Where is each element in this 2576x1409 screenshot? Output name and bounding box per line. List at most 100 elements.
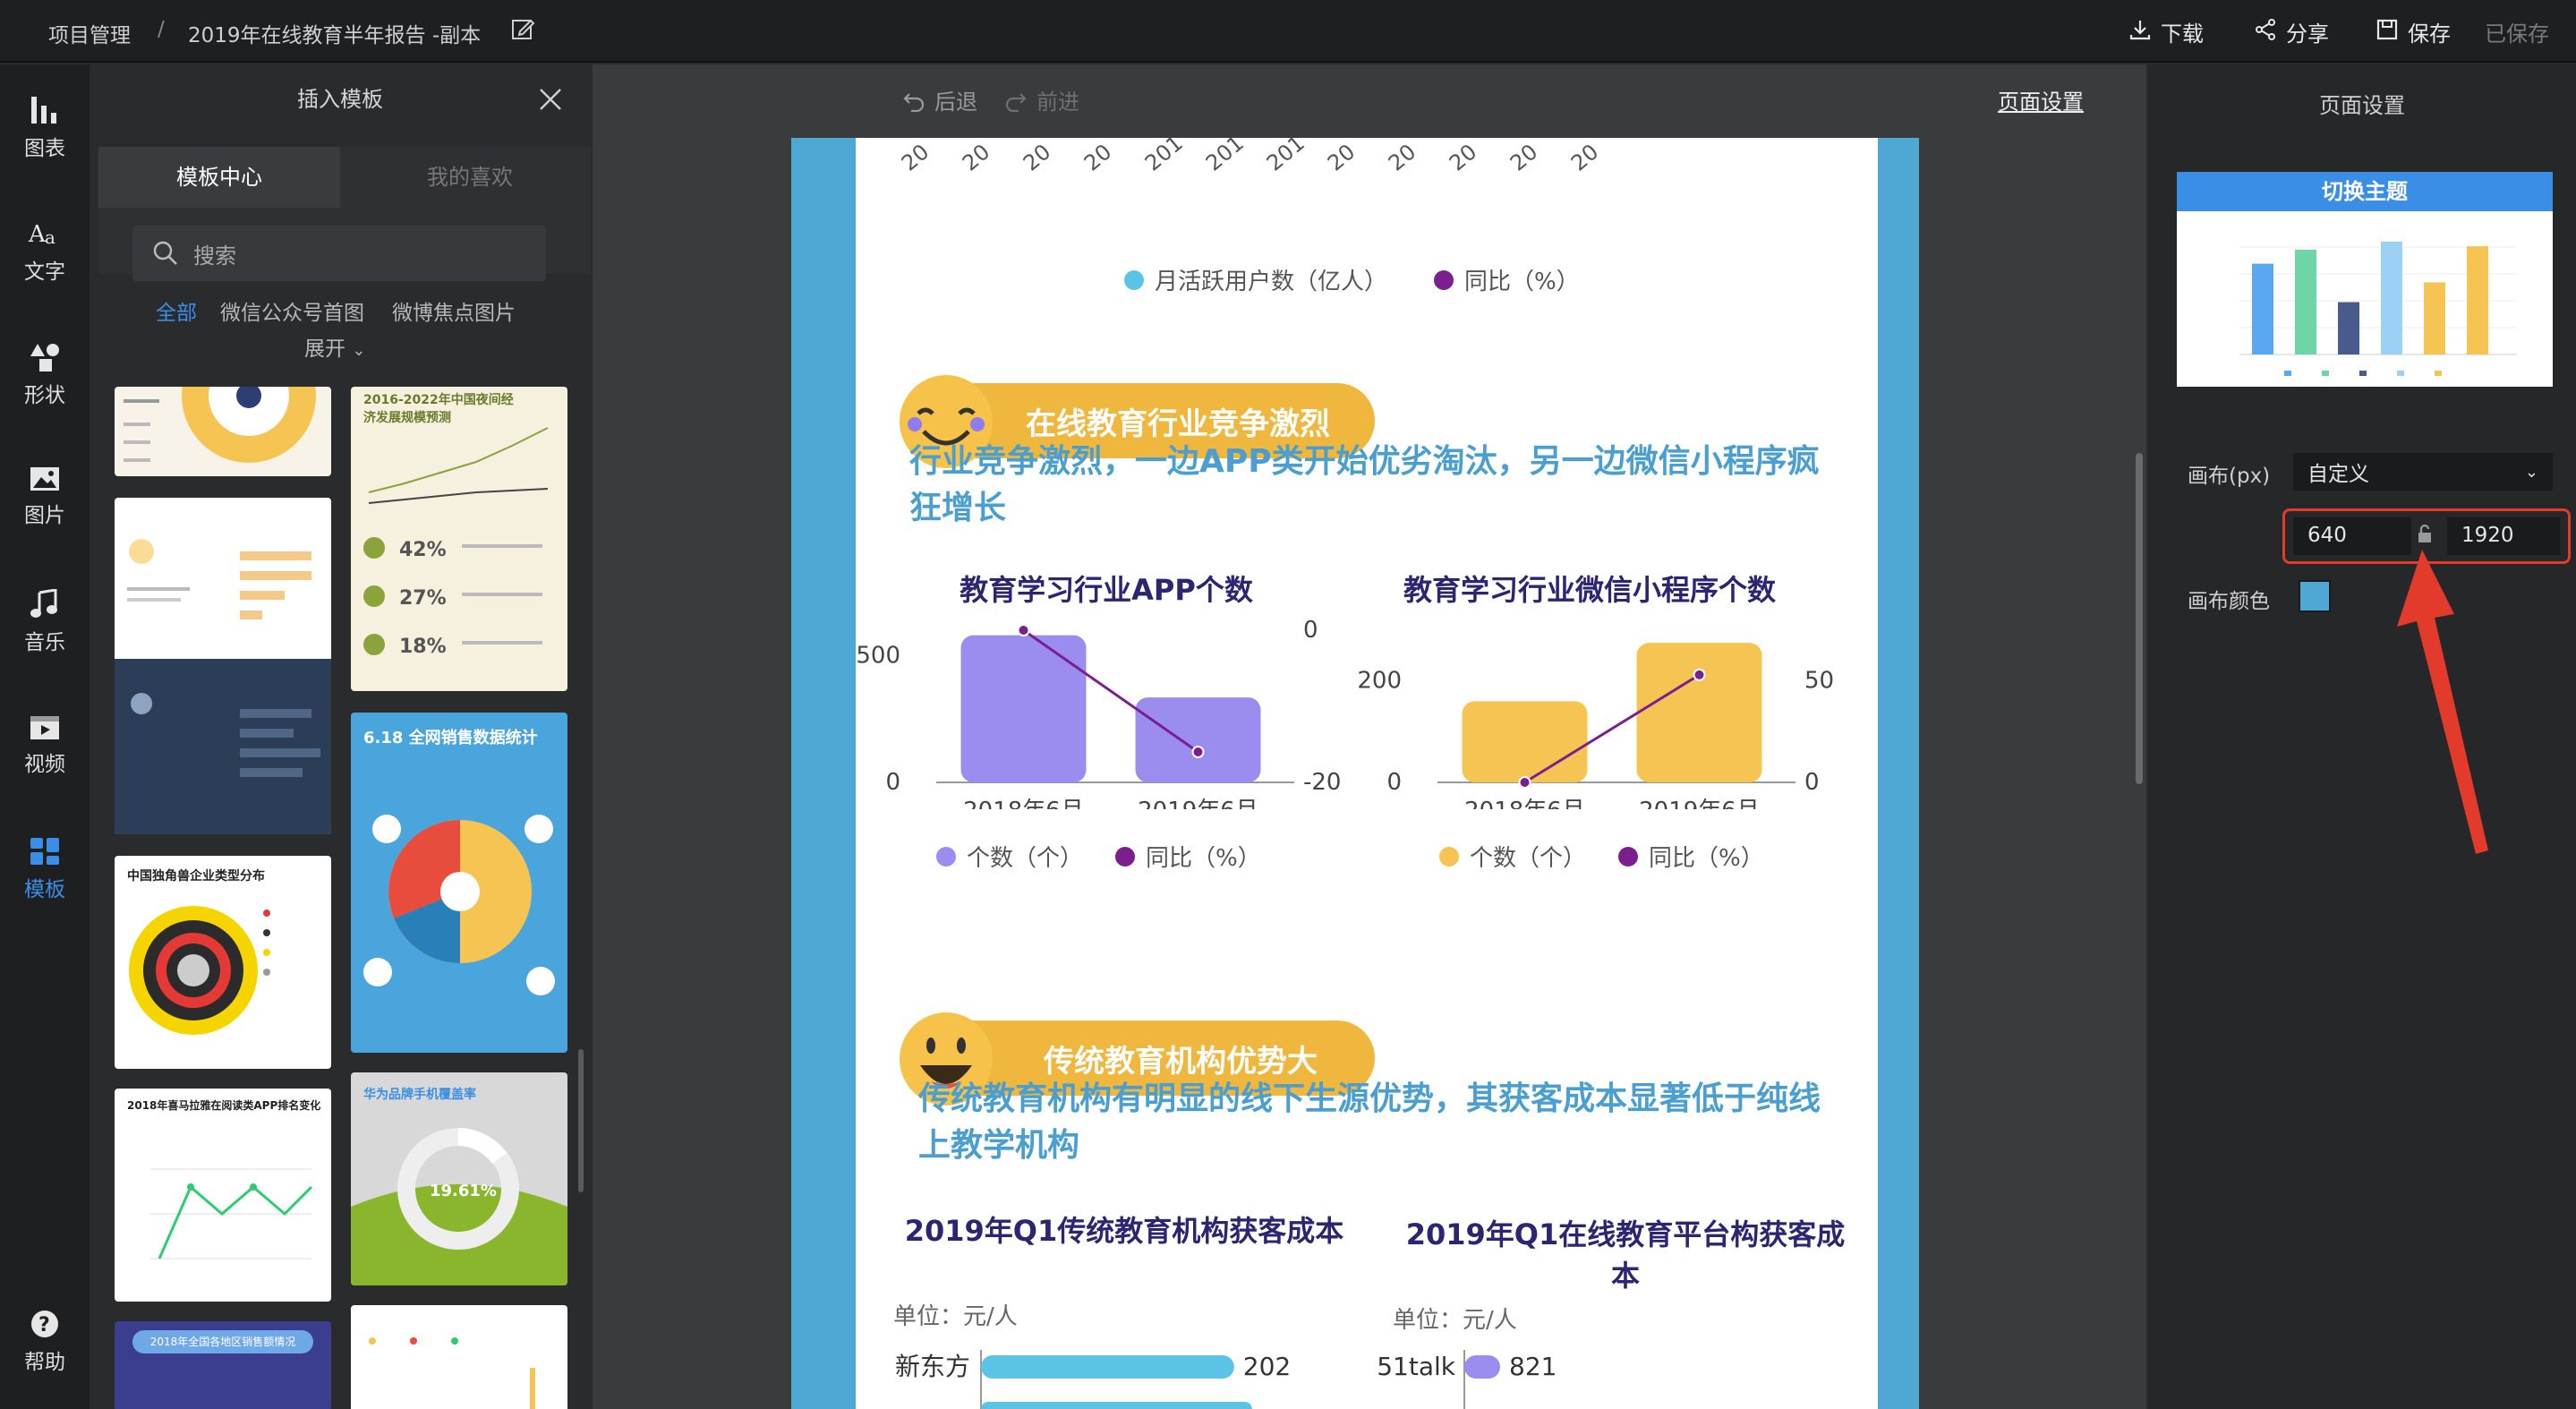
template-thumb[interactable] <box>115 387 331 476</box>
breadcrumb-separator: / <box>158 18 165 41</box>
chart-legend: 个数（个） 同比（%） <box>936 840 1261 873</box>
rail-label: 图表 <box>24 137 65 160</box>
line-point <box>1017 624 1030 636</box>
theme-preview-card[interactable]: 切换主题 <box>2177 172 2553 387</box>
panel-title: 插入模板 <box>297 87 383 112</box>
download-button[interactable]: 下载 <box>2128 16 2204 47</box>
edit-title-icon[interactable] <box>510 16 535 47</box>
bar <box>2295 250 2316 354</box>
share-icon <box>2254 18 2277 47</box>
bar <box>1462 701 1588 782</box>
chart-title: 2019年Q1传统教育机构获客成本 <box>904 1214 1344 1248</box>
canvas-color-swatch[interactable] <box>2299 580 2331 612</box>
canvas-width-input[interactable]: 640 <box>2293 517 2411 555</box>
svg-text:201: 201 <box>1201 138 1249 174</box>
filter-weibo[interactable]: 微博焦点图片 <box>392 295 516 326</box>
canvas-size-select[interactable]: 自定义 ⌄ <box>2293 453 2553 491</box>
rail-item-text[interactable]: Aa 文字 <box>0 188 90 295</box>
bar <box>1464 1355 1500 1379</box>
svg-text:201: 201 <box>1262 138 1309 174</box>
rail-item-help[interactable]: ? 帮助 <box>0 1300 90 1407</box>
tab-my-favorites[interactable]: 我的喜欢 <box>349 147 591 208</box>
search-input[interactable]: 搜索 <box>132 226 546 281</box>
video-icon <box>30 716 59 739</box>
template-thumb[interactable]: 2018年全国各地区销售额情况 <box>115 1321 331 1409</box>
save-status: 已保存 <box>2485 21 2549 47</box>
section-text-traditional: 传统教育机构有明显的线下生源优势，其获客成本显著低于纯线上教学机构 <box>918 1080 1821 1164</box>
filter-all[interactable]: 全部 <box>156 295 197 326</box>
page-settings-link[interactable]: 页面设置 <box>1998 84 2084 115</box>
rail-label: 模板 <box>24 878 65 901</box>
breadcrumb-root[interactable]: 项目管理 <box>48 18 131 48</box>
bar <box>960 635 1087 782</box>
expand-toggle[interactable]: 展开 ⌄ <box>304 331 365 362</box>
legend-label: 个数（个） <box>967 845 1084 872</box>
chart-legend: 个数（个） 同比（%） <box>1439 840 1764 873</box>
svg-text:20: 20 <box>1323 140 1360 174</box>
line-point <box>1518 776 1531 789</box>
canvas-size-value: 自定义 <box>2307 463 2369 486</box>
bar <box>981 1402 1252 1409</box>
bar <box>2338 302 2359 354</box>
thumb-title: 中国独角兽企业类型分布 <box>127 869 265 884</box>
design-canvas[interactable]: 20 20 20 20 201 201 201 20 20 20 20 20 月活跃用户数（… <box>791 138 1919 1409</box>
section-text-competition: 行业竞争激烈，一边APP类开始优劣淘汰，另一边微信小程序疯狂增长 <box>909 443 1820 526</box>
top-chart-legend: 月活跃用户数（亿人） 同比（%） <box>1124 263 1580 296</box>
svg-text:A: A <box>28 221 47 248</box>
rail-label: 帮助 <box>24 1351 65 1374</box>
svg-text:20: 20 <box>1506 140 1542 174</box>
thumb-percent: 42% <box>399 539 447 561</box>
rail-item-template[interactable]: 模板 <box>0 806 90 913</box>
bar-category-label: 新东方 <box>895 1352 970 1381</box>
theme-preview-chart <box>2239 241 2517 376</box>
workspace-scrollbar[interactable] <box>2136 453 2143 784</box>
template-thumb[interactable]: 2016-2022年中国夜间经济发展规模预测 42% 27% 18% <box>351 387 567 691</box>
y2-tick-label: -20 <box>1303 769 1341 796</box>
tab-template-center[interactable]: 模板中心 <box>98 147 340 208</box>
bar <box>2467 246 2488 354</box>
search-icon <box>153 241 177 265</box>
thumb-title: 2018年全国各地区销售额情况 <box>132 1330 313 1353</box>
y-tick-label: 500 <box>856 642 900 669</box>
switch-theme-button[interactable]: 切换主题 <box>2177 172 2553 211</box>
canvas-page[interactable]: 20 20 20 20 201 201 201 20 20 20 20 20 月活跃用户数（… <box>856 138 1878 1409</box>
template-thumb[interactable]: 华为品牌手机覆盖率 19.61% <box>351 1072 567 1285</box>
music-icon <box>30 589 57 618</box>
rail-item-image[interactable]: 图片 <box>0 435 90 542</box>
rail-item-chart[interactable]: 图表 <box>0 64 90 172</box>
template-thumb[interactable]: 2018年喜马拉雅在阅读类APP排名变化 <box>115 1089 331 1302</box>
legend-swatch <box>1439 846 1459 867</box>
redo-button[interactable]: 前进 <box>1004 84 1079 115</box>
search-placeholder: 搜索 <box>193 243 236 269</box>
rail-item-shape[interactable]: 形状 <box>0 312 90 419</box>
x-tick-label: 2019年6月 <box>1138 798 1258 809</box>
chart-traditional-cost: 新东方 202 <box>895 1350 1291 1409</box>
bar-category-label: 51talk <box>1377 1352 1456 1381</box>
y-tick-label: 0 <box>885 769 900 796</box>
template-thumb[interactable] <box>351 1305 567 1409</box>
rail-item-video[interactable]: 视频 <box>0 682 90 790</box>
share-button[interactable]: 分享 <box>2254 16 2329 47</box>
svg-text:201: 201 <box>1140 138 1188 174</box>
template-thumb[interactable]: 6.18 全网销售数据统计 <box>351 713 567 1053</box>
template-thumb[interactable]: 中国独角兽企业类型分布 <box>115 856 331 1069</box>
document-title: 2019年在线教育半年报告 -副本 <box>188 24 482 47</box>
legend-label: 同比（%） <box>1464 269 1580 295</box>
panel-scrollbar[interactable] <box>578 1049 584 1192</box>
thumb-title: 2018年喜马拉雅在阅读类APP排名变化 <box>127 1099 321 1112</box>
svg-text:?: ? <box>38 1314 50 1336</box>
rail-item-music[interactable]: 音乐 <box>0 559 90 666</box>
redo-label: 前进 <box>1036 90 1079 115</box>
y2-tick-label: 0 <box>1804 769 1820 796</box>
template-thumb[interactable] <box>115 498 331 834</box>
legend-label: 同比（%） <box>1649 845 1764 872</box>
filter-wechat[interactable]: 微信公众号首图 <box>220 295 364 326</box>
cut-off-axis-ticks: 20 20 20 20 201 201 201 20 20 20 20 20 <box>897 138 1603 174</box>
help-icon: ? <box>31 1311 58 1337</box>
rail-label: 视频 <box>24 753 65 776</box>
close-icon[interactable] <box>537 86 564 116</box>
undo-label: 后退 <box>934 90 977 115</box>
undo-button[interactable]: 后退 <box>902 84 977 115</box>
save-button[interactable]: 保存 <box>2376 16 2451 47</box>
svg-text:20: 20 <box>1079 140 1116 174</box>
